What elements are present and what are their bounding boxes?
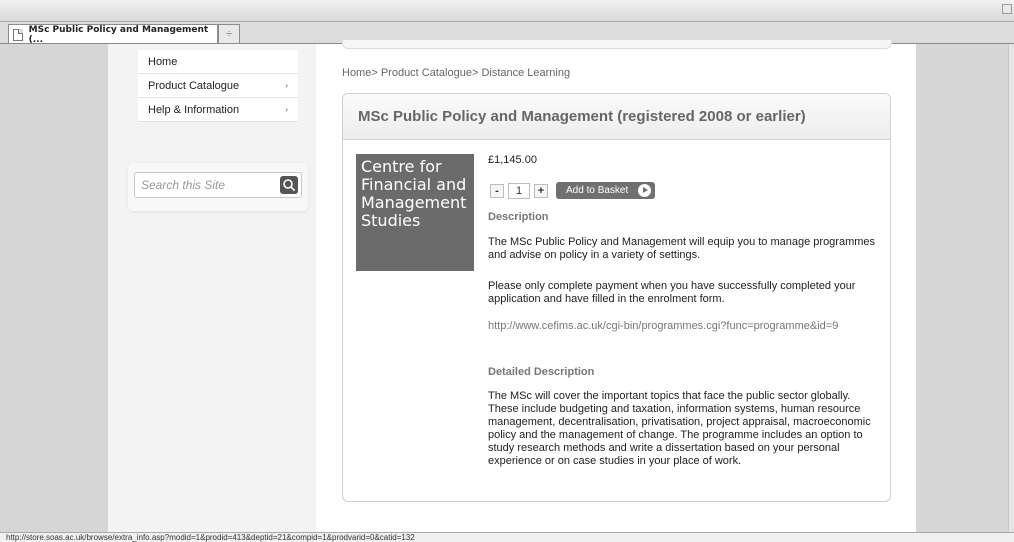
breadcrumb-home[interactable]: Home — [342, 67, 371, 79]
detailed-description-text: The MSc will cover the important topics … — [488, 390, 871, 467]
logo-line: Studies — [361, 211, 421, 230]
logo-line: Financial and — [361, 175, 467, 194]
description-heading: Description — [488, 211, 549, 223]
add-to-basket-button[interactable]: Add to Basket — [556, 182, 656, 199]
qty-decrease-button[interactable]: - — [490, 183, 504, 198]
sidebar-item-label: Home — [148, 55, 178, 68]
description-paragraph-2: Please only complete payment when you ha… — [488, 280, 856, 305]
window-restore-icon[interactable] — [1002, 4, 1012, 14]
qty-increase-button[interactable]: + — [534, 183, 548, 198]
browser-toolbar — [0, 0, 1014, 22]
browser-tab[interactable]: MSc Public Policy and Management (... — [8, 24, 218, 45]
breadcrumb: Home> Product Catalogue> Distance Learni… — [342, 67, 570, 79]
previous-card-edge — [342, 40, 892, 49]
logo-line: Centre for — [361, 157, 442, 176]
breadcrumb-product-catalogue[interactable]: Product Catalogue — [381, 67, 472, 79]
vertical-scrollbar[interactable] — [1008, 44, 1014, 532]
search-button[interactable] — [280, 176, 298, 194]
sidebar-item-home[interactable]: Home — [138, 50, 298, 74]
chevron-right-icon: › — [285, 81, 288, 90]
description-paragraph-1: The MSc Public Policy and Management wil… — [488, 236, 876, 261]
tab-title: MSc Public Policy and Management (... — [28, 24, 209, 45]
page-icon — [13, 28, 23, 41]
qty-input[interactable]: 1 — [508, 182, 530, 199]
sidebar-item-help-information[interactable]: Help & Information › — [138, 98, 298, 122]
product-price: £1,145.00 — [488, 154, 537, 166]
sidebar-item-label: Product Catalogue — [148, 79, 240, 92]
breadcrumb-separator: > — [371, 67, 381, 79]
chevron-right-icon: › — [285, 105, 288, 114]
programme-link[interactable]: http://www.cefims.ac.uk/cgi-bin/programm… — [488, 320, 838, 332]
centre-logo: Centre for Financial and Management Stud… — [356, 154, 474, 271]
product-title: MSc Public Policy and Management (regist… — [343, 94, 890, 140]
search-box — [134, 172, 302, 198]
arrow-right-circle-icon — [638, 184, 652, 197]
sidebar-item-product-catalogue[interactable]: Product Catalogue › — [138, 74, 298, 98]
search-input[interactable] — [141, 177, 276, 193]
breadcrumb-distance-learning[interactable]: Distance Learning — [481, 67, 570, 79]
search-icon — [283, 179, 295, 191]
breadcrumb-separator: > — [471, 67, 482, 79]
new-tab-button[interactable]: ÷ — [218, 24, 240, 44]
sidebar-nav: Home Product Catalogue › Help & Informat… — [138, 50, 298, 122]
add-to-basket-label: Add to Basket — [566, 185, 629, 196]
detailed-description-heading: Detailed Description — [488, 366, 595, 378]
quantity-stepper: - 1 + Add to Basket — [490, 182, 656, 199]
status-bar: http://store.soas.ac.uk/browse/extra_inf… — [0, 532, 1014, 542]
logo-line: Management — [361, 193, 467, 212]
sidebar-item-label: Help & Information — [148, 103, 240, 116]
